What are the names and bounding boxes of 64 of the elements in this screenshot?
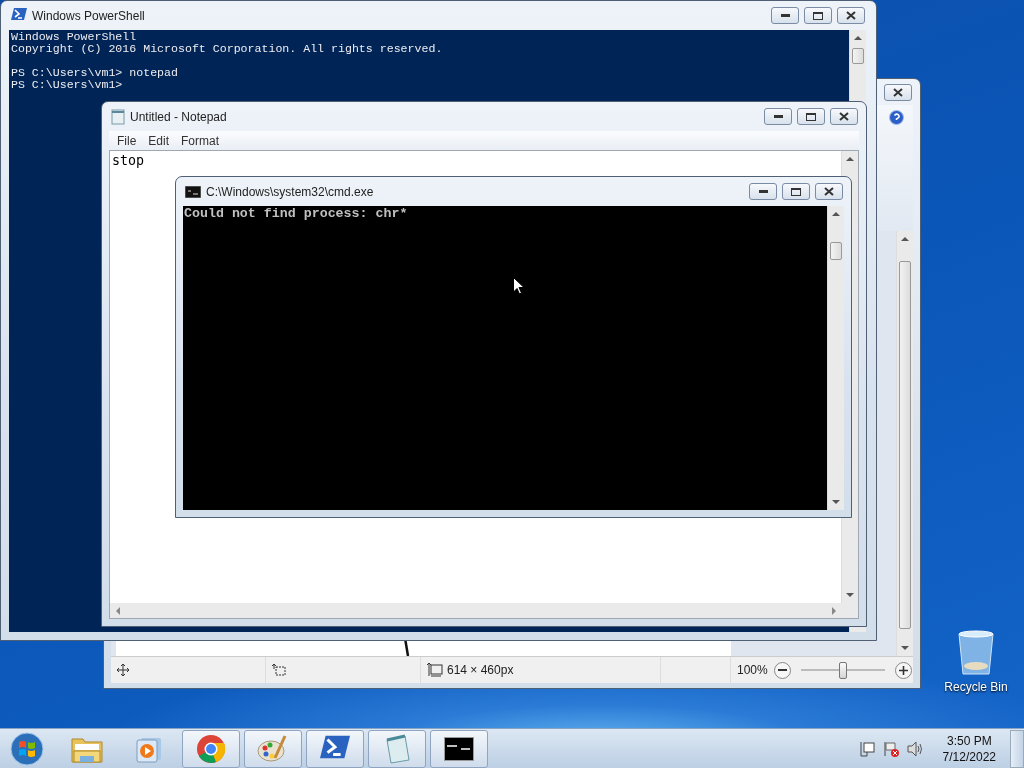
browser-icon [196,733,226,764]
close-icon [824,187,834,196]
taskbar-button[interactable] [430,729,488,768]
console-line: PS C:\Users\vm1> [11,79,124,91]
close-icon [893,87,903,97]
zoom-out-button[interactable] [773,661,791,679]
document-text[interactable]: stop [112,153,145,168]
clock[interactable]: 3:50 PM 7/12/2022 [942,732,996,765]
window-title: C:\Windows\system32\cmd.exe [206,184,375,199]
maximize-button[interactable] [797,108,825,125]
minimize-button[interactable] [749,183,777,200]
minus-icon [777,669,787,671]
console-line: Windows PowerShell [11,31,138,43]
minimize-icon [758,190,768,193]
scrollbar-thumb[interactable] [899,261,911,629]
maximize-icon [813,11,823,20]
speaker-icon[interactable] [906,740,925,757]
console-line: Could not find process: chr* [184,207,409,221]
clock-time: 3:50 PM [946,732,992,749]
close-button[interactable] [815,183,843,200]
minimize-icon [773,115,783,118]
help-icon[interactable] [889,110,904,125]
vertical-scrollbar[interactable] [896,231,913,656]
network-icon[interactable] [858,740,875,757]
maximize-button[interactable] [804,7,832,24]
menu-item[interactable]: Edit [144,133,174,148]
zoom-level: 100% [737,663,768,677]
maximize-icon [806,112,816,121]
slider-thumb[interactable] [838,661,847,679]
selection-icon [272,664,286,676]
close-button[interactable] [830,108,858,125]
window-title: Windows PowerShell [32,8,146,23]
clock-date: 7/12/2022 [942,748,996,765]
desktop-icon-label[interactable]: Recycle Bin [944,680,1008,694]
scrollbar-thumb[interactable] [852,48,864,64]
close-button[interactable] [837,7,865,24]
scrollbar-thumb[interactable] [830,242,842,260]
mouse-pointer-icon [513,277,525,295]
console-line: PS C:\Users\vm1> notepad [11,67,179,79]
minimize-icon [780,14,790,17]
notepad-icon [383,733,411,764]
console-icon [444,736,474,761]
zoom-in-button[interactable] [894,661,912,679]
window-title: Untitled - Notepad [130,109,228,124]
flag-icon[interactable] [882,740,899,757]
plus-icon [898,665,908,675]
minimize-button[interactable] [764,108,792,125]
palette-icon [257,733,289,764]
close-icon [839,112,849,121]
maximize-icon [791,187,801,196]
console-line: Copyright (C) 2016 Microsoft Corporation. All rights reserved. [11,43,444,55]
canvas-size-icon [427,663,443,677]
maximize-button[interactable] [782,183,810,200]
image-size: 614 × 460px [447,663,514,677]
minimize-button[interactable] [771,7,799,24]
close-button[interactable] [884,83,912,101]
close-icon [846,11,856,20]
notepad-icon [111,108,125,125]
console-icon [185,185,201,198]
recycle-bin-icon[interactable] [957,630,995,676]
menu-item[interactable]: File [113,133,141,148]
move-icon [117,664,129,676]
vertical-scrollbar[interactable] [827,206,844,510]
menu-item[interactable]: Format [177,133,224,148]
